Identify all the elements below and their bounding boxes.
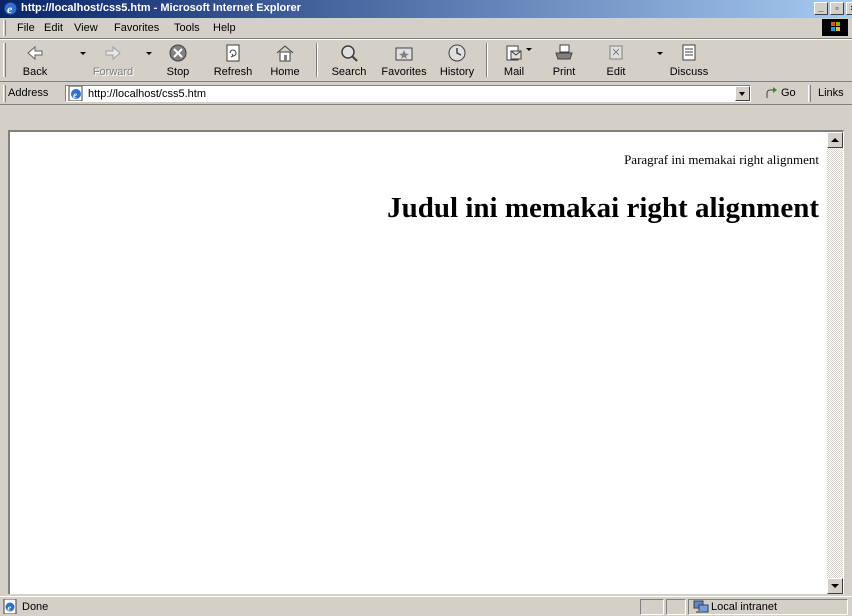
back-arrow-icon bbox=[27, 45, 43, 61]
menu-help[interactable]: Help bbox=[213, 22, 236, 34]
address-dropdown-button[interactable] bbox=[735, 86, 750, 101]
page-done-icon: e bbox=[3, 599, 17, 614]
home-label: Home bbox=[270, 66, 300, 78]
discuss-button[interactable]: Discuss bbox=[664, 42, 714, 80]
scroll-up-button[interactable] bbox=[827, 132, 843, 148]
back-dropdown-icon[interactable] bbox=[80, 52, 86, 55]
svg-text:e: e bbox=[7, 2, 13, 16]
edit-label: Edit bbox=[606, 66, 626, 78]
go-arrow-icon[interactable] bbox=[765, 87, 779, 100]
edit-icon bbox=[609, 45, 623, 60]
address-url: http://localhost/css5.htm bbox=[88, 88, 206, 100]
mail-label: Mail bbox=[503, 66, 525, 78]
document-body: Paragraf ini memakai right alignment Jud… bbox=[10, 132, 827, 594]
title-bar: e http://localhost/css5.htm - Microsoft … bbox=[0, 0, 852, 18]
minimize-button[interactable]: _ bbox=[814, 2, 828, 15]
search-label: Search bbox=[331, 66, 367, 78]
favorites-button[interactable]: Favorites bbox=[376, 42, 432, 80]
addressbar-grip[interactable] bbox=[3, 85, 6, 102]
ie-logo-icon: e bbox=[4, 2, 17, 16]
menu-view[interactable]: View bbox=[74, 22, 98, 34]
address-input[interactable]: e http://localhost/css5.htm bbox=[65, 85, 751, 102]
scroll-up-arrow-icon bbox=[831, 138, 839, 142]
back-button[interactable]: Back bbox=[12, 42, 58, 80]
standard-toolbar: Back Forward Stop Refresh Home Search Fa… bbox=[0, 39, 852, 82]
address-label: Address bbox=[8, 87, 49, 99]
menu-favorites[interactable]: Favorites bbox=[114, 22, 159, 34]
favorites-icon bbox=[395, 47, 413, 61]
stop-icon bbox=[169, 44, 187, 62]
menu-file[interactable]: File bbox=[17, 22, 35, 34]
zone-text: Local intranet bbox=[711, 601, 778, 613]
scroll-down-arrow-icon bbox=[831, 584, 839, 588]
vertical-scrollbar[interactable] bbox=[827, 132, 843, 594]
maximize-button[interactable]: ▫ bbox=[830, 2, 844, 15]
right-aligned-paragraph: Paragraf ini memakai right alignment bbox=[624, 152, 819, 167]
page-ie-icon: e bbox=[68, 86, 83, 101]
close-button[interactable]: × bbox=[846, 2, 852, 15]
status-panel bbox=[640, 599, 664, 615]
links-grip[interactable] bbox=[808, 85, 811, 102]
forward-dropdown-icon[interactable] bbox=[146, 52, 152, 55]
search-button[interactable]: Search bbox=[328, 42, 370, 80]
refresh-button[interactable]: Refresh bbox=[208, 42, 258, 80]
menu-tools[interactable]: Tools bbox=[174, 22, 200, 34]
refresh-icon bbox=[226, 44, 240, 62]
scroll-down-button[interactable] bbox=[827, 578, 843, 594]
mail-dropdown-icon[interactable] bbox=[526, 48, 532, 51]
discuss-label: Discuss bbox=[669, 66, 709, 78]
svg-text:e: e bbox=[73, 90, 77, 100]
stop-button[interactable]: Stop bbox=[158, 42, 198, 80]
links-button[interactable]: Links bbox=[818, 87, 844, 99]
edit-button[interactable]: Edit bbox=[596, 42, 636, 80]
page-viewport: Paragraf ini memakai right alignment Jud… bbox=[8, 130, 844, 594]
history-button[interactable]: History bbox=[436, 42, 478, 80]
home-icon bbox=[276, 45, 294, 62]
toolbar-separator bbox=[316, 43, 318, 77]
window-title: http://localhost/css5.htm - Microsoft In… bbox=[21, 2, 301, 14]
search-icon bbox=[341, 45, 358, 62]
refresh-label: Refresh bbox=[213, 66, 253, 78]
svg-text:e: e bbox=[8, 604, 12, 613]
status-text: Done bbox=[22, 601, 49, 613]
forward-button[interactable]: Forward bbox=[88, 42, 138, 80]
print-label: Print bbox=[552, 66, 576, 78]
print-icon bbox=[555, 44, 573, 60]
print-button[interactable]: Print bbox=[544, 42, 584, 80]
stop-label: Stop bbox=[166, 66, 190, 78]
menubar-grip[interactable] bbox=[3, 20, 6, 36]
menu-bar: File Edit View Favorites Tools Help bbox=[0, 18, 852, 39]
local-intranet-icon bbox=[693, 600, 709, 613]
windows-logo-icon bbox=[822, 19, 848, 36]
history-icon bbox=[448, 44, 466, 62]
discuss-icon bbox=[682, 44, 696, 61]
edit-dropdown-icon[interactable] bbox=[657, 52, 663, 55]
address-bar: Address e http://localhost/css5.htm Go L… bbox=[0, 83, 852, 105]
status-bar: e Done Local intranet bbox=[0, 596, 852, 616]
forward-arrow-icon bbox=[105, 45, 121, 61]
favorites-label: Favorites bbox=[381, 66, 427, 78]
right-aligned-heading: Judul ini memakai right alignment bbox=[387, 192, 819, 224]
status-panel bbox=[666, 599, 686, 615]
go-button[interactable]: Go bbox=[781, 87, 796, 99]
forward-label: Forward bbox=[92, 66, 134, 78]
toolbar-grip[interactable] bbox=[3, 43, 6, 77]
toolbar-separator bbox=[486, 43, 488, 77]
home-button[interactable]: Home bbox=[266, 42, 304, 80]
back-label: Back bbox=[22, 66, 48, 78]
history-label: History bbox=[439, 66, 475, 78]
menu-edit[interactable]: Edit bbox=[44, 22, 63, 34]
mail-icon bbox=[506, 45, 522, 61]
